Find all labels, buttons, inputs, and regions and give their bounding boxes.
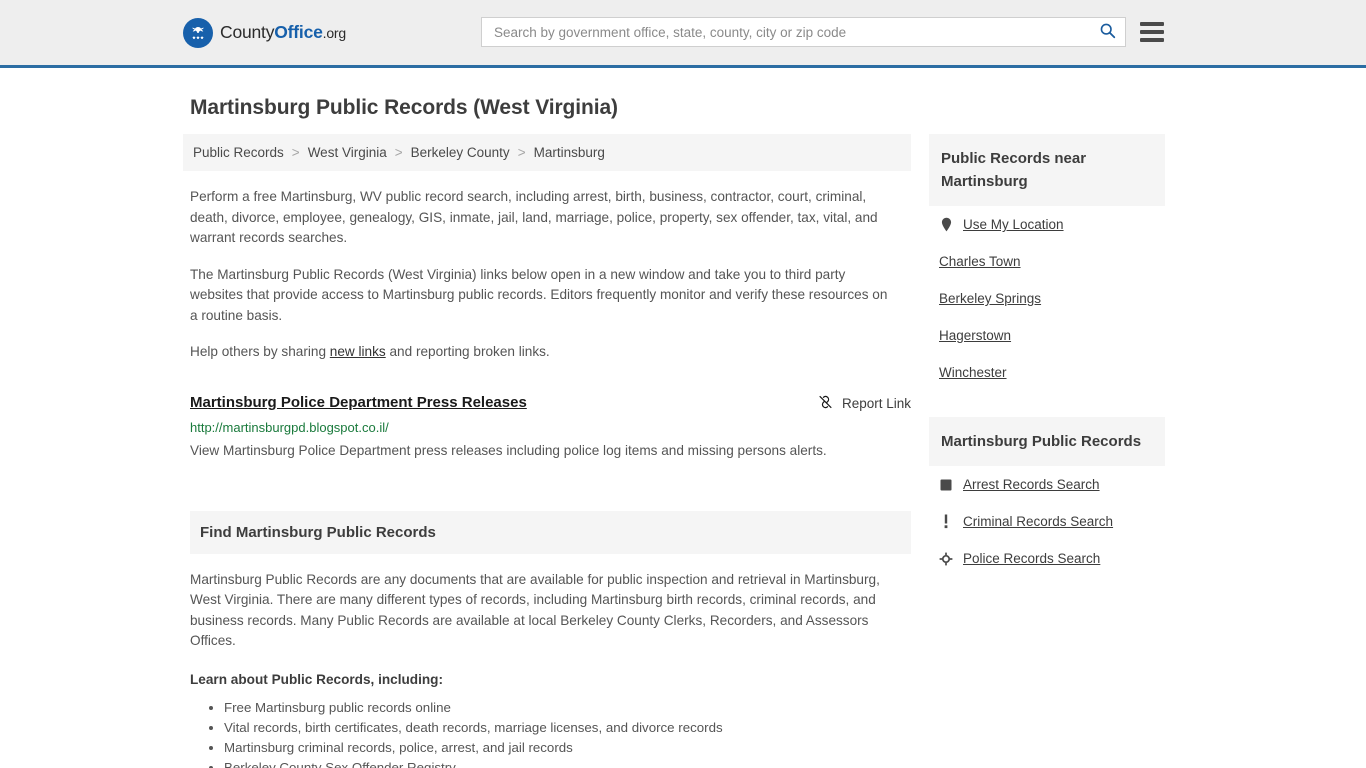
search-input[interactable] [492, 18, 1093, 46]
broken-link-icon [817, 394, 834, 413]
logo-text-org: .org [322, 25, 347, 41]
breadcrumb: Public Records > West Virginia > Berkele… [183, 134, 911, 171]
learn-about-heading: Learn about Public Records, including: [190, 671, 444, 687]
sidebar-item-criminal-records[interactable]: Criminal Records Search [929, 503, 1165, 540]
site-logo[interactable]: CountyOffice.org [183, 17, 346, 48]
sidebar-item-police-records[interactable]: Police Records Search [929, 540, 1165, 577]
logo-text-office: Office [274, 22, 323, 42]
sidebar-item-winchester[interactable]: Winchester [929, 354, 1165, 391]
sidebar-link-label[interactable]: Use My Location [963, 217, 1064, 232]
find-section-heading: Find Martinsburg Public Records [190, 510, 911, 554]
search-icon [1099, 22, 1116, 42]
help-suffix-text: and reporting broken links. [385, 344, 550, 359]
logo-text-county: County [220, 22, 275, 42]
report-link-button[interactable]: Report Link [817, 393, 911, 413]
result-url: http://martinsburgpd.blogspot.co.il/ [190, 419, 389, 435]
handcuff-square-icon [939, 477, 953, 492]
help-paragraph: Help others by sharing new links and rep… [190, 342, 911, 363]
page-title: Martinsburg Public Records (West Virgini… [190, 96, 618, 119]
breadcrumb-separator: > [517, 145, 526, 160]
sidebar-item-arrest-records[interactable]: Arrest Records Search [929, 466, 1165, 503]
breadcrumb-separator: > [291, 145, 300, 160]
sidebar-item-use-my-location[interactable]: Use My Location [929, 206, 1165, 243]
map-pin-icon [939, 217, 953, 232]
find-section-body: Martinsburg Public Records are any docum… [190, 570, 911, 768]
sidebar-link-label[interactable]: Hagerstown [939, 328, 1011, 343]
eagle-seal-icon [183, 17, 213, 48]
header-inner: CountyOffice.org [183, 0, 1183, 65]
breadcrumb-item-berkeley-county[interactable]: Berkeley County [411, 145, 510, 160]
sidebar-link-label[interactable]: Criminal Records Search [963, 514, 1113, 529]
sidebar-item-hagerstown[interactable]: Hagerstown [929, 317, 1165, 354]
logo-wordmark: CountyOffice.org [220, 22, 346, 43]
help-prefix-text: Help others by sharing [190, 344, 330, 359]
intro-paragraph-2: The Martinsburg Public Records (West Vir… [190, 266, 888, 323]
sidebar-link-label[interactable]: Police Records Search [963, 551, 1100, 566]
site-header: CountyOffice.org [0, 0, 1366, 68]
search-button[interactable] [1093, 19, 1121, 45]
sidebar-heading-near: Public Records near Martinsburg [929, 134, 1165, 206]
sidebar-link-label[interactable]: Charles Town [939, 254, 1021, 269]
sidebar-block-records: Martinsburg Public Records Arrest Record… [929, 417, 1165, 577]
content-columns: Public Records > West Virginia > Berkele… [183, 134, 1183, 768]
result-header-row: Martinsburg Police Department Press Rele… [190, 393, 911, 413]
breadcrumb-item-west-virginia[interactable]: West Virginia [308, 145, 387, 160]
police-badge-icon [939, 551, 953, 566]
hamburger-bar [1140, 22, 1164, 26]
list-item: Vital records, birth certificates, death… [224, 718, 893, 738]
main-column: Public Records > West Virginia > Berkele… [183, 134, 911, 768]
hamburger-bar [1140, 30, 1164, 34]
sidebar-link-label[interactable]: Arrest Records Search [963, 477, 1100, 492]
list-item: Martinsburg criminal records, police, ar… [224, 738, 893, 758]
breadcrumb-item-public-records[interactable]: Public Records [193, 145, 284, 160]
hamburger-menu-icon[interactable] [1140, 22, 1164, 42]
breadcrumb-separator: > [394, 145, 403, 160]
search-box[interactable] [481, 17, 1126, 47]
sidebar-block-near: Public Records near Martinsburg Use My L… [929, 134, 1165, 391]
exclamation-icon [939, 514, 953, 529]
result-title-link[interactable]: Martinsburg Police Department Press Rele… [190, 393, 527, 413]
intro-paragraph-1: Perform a free Martinsburg, WV public re… [190, 189, 878, 245]
find-section-paragraph: Martinsburg Public Records are any docum… [190, 571, 880, 649]
hamburger-bar [1140, 38, 1164, 42]
sidebar-records-list: Arrest Records Search Criminal Records S… [929, 466, 1165, 577]
list-item: Free Martinsburg public records online [224, 698, 893, 718]
page-container: Martinsburg Public Records (West Virgini… [183, 68, 1183, 768]
sidebar-item-charles-town[interactable]: Charles Town [929, 243, 1165, 280]
sidebar-link-label[interactable]: Winchester [939, 365, 1007, 380]
result-block: Martinsburg Police Department Press Rele… [190, 393, 911, 463]
sidebar-link-label[interactable]: Berkeley Springs [939, 291, 1041, 306]
search-group [481, 17, 1164, 47]
sidebar-near-list: Use My Location Charles Town Berkeley Sp… [929, 206, 1165, 391]
sidebar-heading-records: Martinsburg Public Records [929, 417, 1165, 466]
sidebar-item-berkeley-springs[interactable]: Berkeley Springs [929, 280, 1165, 317]
result-description: View Martinsburg Police Department press… [190, 442, 827, 458]
report-link-label: Report Link [841, 395, 911, 411]
records-bullet-list: Free Martinsburg public records online V… [190, 698, 893, 768]
new-links-link[interactable]: new links [330, 344, 386, 359]
sidebar: Public Records near Martinsburg Use My L… [929, 134, 1165, 577]
list-item: Berkeley County Sex Offender Registry [224, 758, 893, 768]
breadcrumb-item-martinsburg[interactable]: Martinsburg [534, 145, 605, 160]
